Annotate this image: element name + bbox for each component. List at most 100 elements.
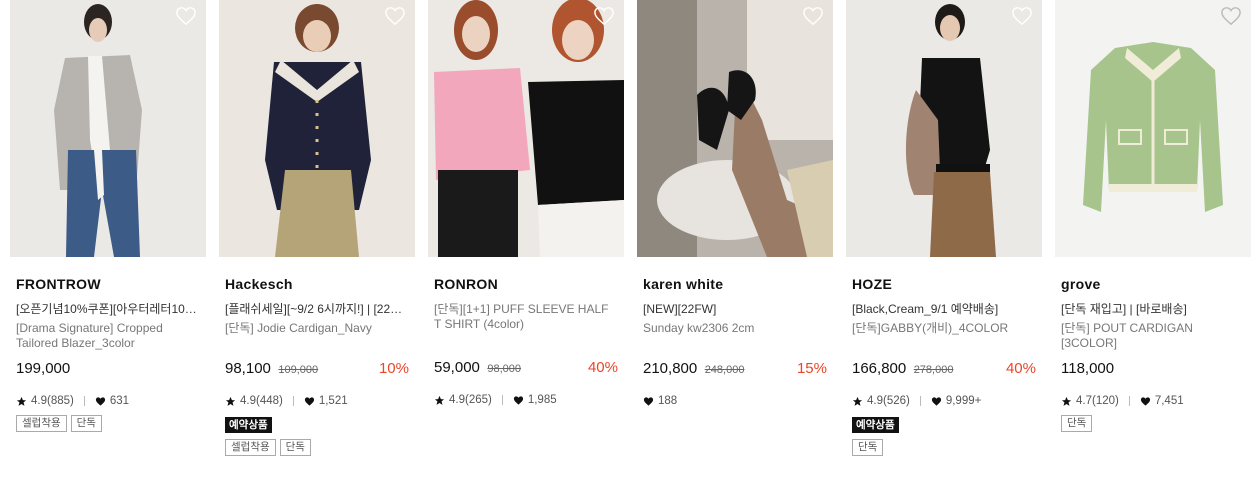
likes-count: 7,451	[1154, 395, 1184, 407]
product-image[interactable]	[428, 0, 624, 257]
product-card[interactable]: FRONTROW [오픈기념10%쿠폰][아우터레터10… [Drama Sig…	[10, 0, 206, 432]
product-name[interactable]: [Drama Signature] Cropped Tailored Blaze…	[16, 321, 200, 351]
rating-text: 4.9(885)	[31, 395, 74, 407]
star-icon	[16, 396, 27, 407]
product-image[interactable]	[846, 0, 1042, 257]
rating-likes: 4.9(448) 1,521	[225, 393, 409, 409]
sale-price: 118,000	[1061, 360, 1115, 377]
rating-likes: 188	[643, 393, 827, 409]
sale-price: 98,100	[225, 360, 271, 377]
price-row: 210,800 248,000 15%	[643, 359, 827, 379]
likes-count: 188	[658, 395, 678, 407]
sale-price: 59,000	[434, 359, 480, 376]
heart-filled-icon	[95, 396, 106, 407]
promo-text[interactable]: [Black,Cream_9/1 예약배송]	[852, 302, 1036, 317]
tag-badge: 셀럽착용	[16, 415, 67, 432]
brand-name[interactable]: RONRON	[434, 276, 618, 293]
price-row: 166,800 278,000 40%	[852, 359, 1036, 379]
tag-badge: 단독	[852, 439, 884, 456]
wishlist-heart-icon[interactable]	[1220, 6, 1242, 26]
product-card[interactable]: grove [단독 재입고] | [바로배송] [단독] POUT CARDIG…	[1055, 0, 1251, 432]
heart-filled-icon	[304, 396, 315, 407]
discount-rate: 40%	[587, 359, 618, 376]
product-image[interactable]	[1055, 0, 1251, 257]
brand-name[interactable]: karen white	[643, 276, 827, 293]
sale-price: 166,800	[852, 360, 907, 377]
product-name[interactable]: [단독] Jodie Cardigan_Navy	[225, 321, 409, 351]
price-row: 118,000	[1061, 359, 1245, 379]
divider	[83, 396, 85, 406]
sale-price: 210,800	[643, 360, 698, 377]
product-image[interactable]	[219, 0, 415, 257]
promo-text[interactable]: [NEW][22FW]	[643, 302, 827, 317]
discount-rate: 40%	[1005, 360, 1036, 377]
product-name[interactable]: [단독][1+1] PUFF SLEEVE HALF T SHIRT (4col…	[434, 302, 618, 334]
divider	[1128, 396, 1130, 406]
sale-price: 199,000	[16, 360, 71, 377]
promo-text[interactable]: [오픈기념10%쿠폰][아우터레터10…	[16, 302, 200, 317]
brand-name[interactable]: grove	[1061, 276, 1245, 293]
rating-likes: 4.9(526) 9,999+	[852, 393, 1036, 409]
price-row: 98,100 109,000 10%	[225, 359, 409, 379]
product-image[interactable]	[637, 0, 833, 257]
tag-list: 셀럽착용 단독	[225, 439, 409, 456]
rating-text: 4.9(265)	[449, 394, 492, 406]
tag-list: 단독	[852, 439, 1036, 456]
likes-count: 1,521	[318, 395, 348, 407]
promo-text[interactable]: [플래쉬세일][~9/2 6시까지!] | [22…	[225, 302, 409, 317]
product-grid: FRONTROW [오픈기념10%쿠폰][아우터레터10… [Drama Sig…	[0, 0, 1260, 487]
likes-count: 631	[109, 395, 130, 407]
price-row: 59,000 98,000 40%	[434, 358, 618, 378]
tag-badge: 셀럽착용	[225, 439, 276, 456]
product-name[interactable]: Sunday kw2306 2cm	[643, 321, 827, 351]
star-icon	[225, 396, 236, 407]
heart-filled-icon	[931, 396, 942, 407]
tag-badge: 단독	[70, 415, 102, 432]
tag-list: 셀럽착용 단독	[16, 415, 200, 432]
discount-rate: 10%	[378, 360, 409, 377]
preorder-badge: 예약상품	[225, 417, 272, 433]
divider	[292, 396, 294, 406]
rating-likes: 4.9(265) 1,985	[434, 392, 618, 408]
star-icon	[434, 395, 445, 406]
wishlist-heart-icon[interactable]	[593, 6, 615, 26]
discount-rate: 15%	[796, 360, 827, 377]
original-price: 248,000	[704, 364, 745, 376]
likes-count: 9,999+	[945, 395, 982, 407]
original-price: 98,000	[487, 363, 521, 375]
product-name[interactable]: [단독] POUT CARDIGAN [3COLOR]	[1061, 321, 1245, 351]
wishlist-heart-icon[interactable]	[175, 6, 197, 26]
price-row: 199,000	[16, 359, 200, 379]
product-name[interactable]: [단독]GABBY(개비)_4COLOR	[852, 321, 1036, 351]
brand-name[interactable]: HOZE	[852, 276, 1036, 293]
divider	[919, 396, 921, 406]
wishlist-heart-icon[interactable]	[802, 6, 824, 26]
tag-badge: 단독	[1061, 415, 1093, 432]
brand-name[interactable]: FRONTROW	[16, 276, 200, 293]
product-card[interactable]: karen white [NEW][22FW] Sunday kw2306 2c…	[637, 0, 833, 409]
rating-text: 4.9(526)	[867, 395, 910, 407]
likes-count: 1,985	[527, 394, 557, 406]
preorder-badge: 예약상품	[852, 417, 899, 433]
rating-text: 4.7(120)	[1076, 395, 1119, 407]
divider	[501, 395, 503, 405]
heart-filled-icon	[1140, 396, 1151, 407]
product-card[interactable]: RONRON [단독][1+1] PUFF SLEEVE HALF T SHIR…	[428, 0, 624, 408]
original-price: 278,000	[913, 364, 954, 376]
brand-name[interactable]: Hackesch	[225, 276, 409, 293]
original-price: 109,000	[278, 364, 319, 376]
star-icon	[852, 396, 863, 407]
rating-likes: 4.7(120) 7,451	[1061, 393, 1245, 409]
rating-text: 4.9(448)	[240, 395, 283, 407]
star-icon	[1061, 396, 1072, 407]
rating-likes: 4.9(885) 631	[16, 393, 200, 409]
wishlist-heart-icon[interactable]	[1011, 6, 1033, 26]
product-card[interactable]: Hackesch [플래쉬세일][~9/2 6시까지!] | [22… [단독]…	[219, 0, 415, 456]
heart-filled-icon	[513, 395, 524, 406]
tag-list: 단독	[1061, 415, 1245, 432]
product-card[interactable]: HOZE [Black,Cream_9/1 예약배송] [단독]GABBY(개비…	[846, 0, 1042, 456]
product-image[interactable]	[10, 0, 206, 257]
wishlist-heart-icon[interactable]	[384, 6, 406, 26]
promo-text[interactable]: [단독 재입고] | [바로배송]	[1061, 302, 1245, 317]
tag-badge: 단독	[279, 439, 311, 456]
